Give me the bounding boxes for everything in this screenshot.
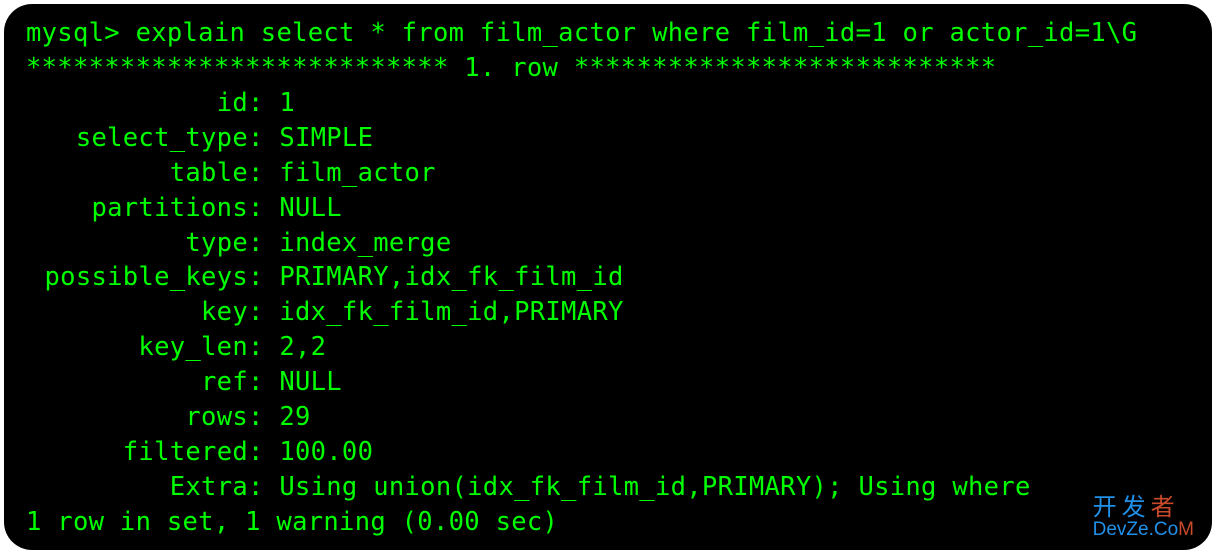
explain-row-partitions: partitions: NULL <box>26 191 1190 226</box>
field-label: filtered <box>26 435 248 470</box>
field-label: key_len <box>26 330 248 365</box>
watermark-line2: DevZe.CoM <box>1093 520 1194 540</box>
terminal-window[interactable]: mysql> explain select * from film_actor … <box>4 4 1212 550</box>
field-separator: : <box>248 367 279 397</box>
field-separator: : <box>248 88 279 118</box>
field-separator: : <box>248 297 279 327</box>
field-value: NULL <box>279 193 342 223</box>
explain-row-select-type: select_type: SIMPLE <box>26 121 1190 156</box>
field-label: key <box>26 295 248 330</box>
field-value: NULL <box>279 367 342 397</box>
field-value: Using union(idx_fk_film_id,PRIMARY); Usi… <box>279 472 1030 502</box>
field-label: partitions <box>26 191 248 226</box>
field-separator: : <box>248 228 279 258</box>
field-separator: : <box>248 472 279 502</box>
explain-row-type: type: index_merge <box>26 226 1190 261</box>
explain-row-rows: rows: 29 <box>26 400 1190 435</box>
explain-row-id: id: 1 <box>26 86 1190 121</box>
field-value: 100.00 <box>279 437 373 467</box>
field-label: ref <box>26 365 248 400</box>
terminal-content: mysql> explain select * from film_actor … <box>26 16 1190 540</box>
field-label: table <box>26 156 248 191</box>
watermark: 开发者 DevZe.CoM <box>1093 495 1194 540</box>
field-label: type <box>26 226 248 261</box>
field-separator: : <box>248 193 279 223</box>
explain-row-table: table: film_actor <box>26 156 1190 191</box>
field-value: index_merge <box>279 228 451 258</box>
field-value: 2,2 <box>279 332 326 362</box>
field-value: 1 <box>279 88 295 118</box>
field-value: SIMPLE <box>279 123 373 153</box>
mysql-prompt: mysql> <box>26 18 120 48</box>
field-value: PRIMARY,idx_fk_film_id <box>279 262 623 292</box>
field-separator: : <box>248 332 279 362</box>
field-separator: : <box>248 437 279 467</box>
sql-command: explain select * from film_actor where f… <box>120 18 1137 48</box>
field-value: film_actor <box>279 158 436 188</box>
result-footer: 1 row in set, 1 warning (0.00 sec) <box>26 507 558 537</box>
row-divider: *************************** 1. row *****… <box>26 53 996 83</box>
explain-row-extra: Extra: Using union(idx_fk_film_id,PRIMAR… <box>26 470 1190 505</box>
field-label: possible_keys <box>26 260 248 295</box>
watermark-line1: 开发者 <box>1093 495 1194 520</box>
field-value: 29 <box>279 402 310 432</box>
field-separator: : <box>248 402 279 432</box>
explain-row-possible-keys: possible_keys: PRIMARY,idx_fk_film_id <box>26 260 1190 295</box>
field-value: idx_fk_film_id,PRIMARY <box>279 297 623 327</box>
explain-row-key: key: idx_fk_film_id,PRIMARY <box>26 295 1190 330</box>
field-separator: : <box>248 262 279 292</box>
field-separator: : <box>248 123 279 153</box>
field-label: rows <box>26 400 248 435</box>
field-label: select_type <box>26 121 248 156</box>
field-label: id <box>26 86 248 121</box>
field-separator: : <box>248 158 279 188</box>
explain-row-ref: ref: NULL <box>26 365 1190 400</box>
field-label: Extra <box>26 470 248 505</box>
explain-row-filtered: filtered: 100.00 <box>26 435 1190 470</box>
explain-row-key-len: key_len: 2,2 <box>26 330 1190 365</box>
